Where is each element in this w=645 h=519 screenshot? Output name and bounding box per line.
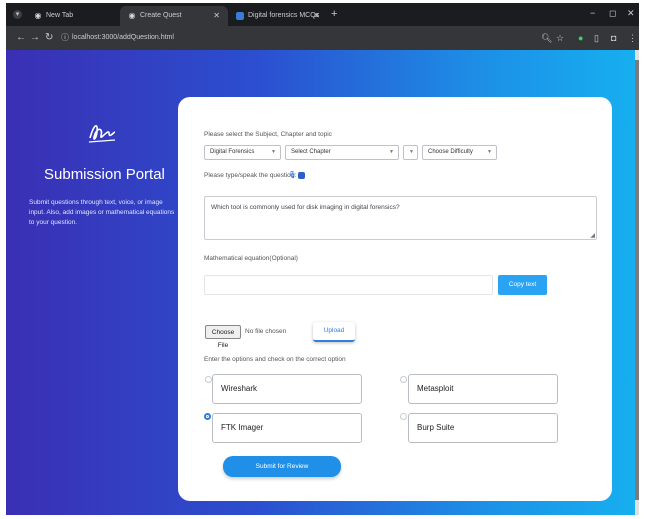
close-tab-icon[interactable]: ✕ <box>313 11 320 20</box>
equation-label: Mathematical equation(Optional) <box>204 255 298 262</box>
extension-icon[interactable]: ● <box>578 32 583 44</box>
menu-icon[interactable]: ⋮ <box>628 32 637 44</box>
select-label: Please select the Subject, Chapter and t… <box>204 131 332 138</box>
option-input-metasploit[interactable]: Metasploit <box>408 374 558 404</box>
image-input-icon[interactable] <box>298 172 305 179</box>
question-label: Please type/speak the question: <box>204 172 297 179</box>
option-radio-ftk-imager[interactable] <box>204 413 211 420</box>
subject-select-value: Digital Forensics <box>210 149 255 155</box>
tab-title: Create Quest <box>140 12 182 19</box>
reload-icon[interactable]: ↻ <box>45 32 53 44</box>
tab-create-quest[interactable]: ◉ Create Quest ✕ <box>120 6 228 26</box>
submit-for-review-button[interactable]: Submit for Review <box>223 456 341 477</box>
difficulty-select-value: Choose Difficulty <box>428 149 473 155</box>
microphone-icon[interactable]: 🎙︎ <box>288 171 297 179</box>
sidepanel-icon[interactable]: ▯ <box>594 32 599 44</box>
back-icon[interactable]: ← <box>16 32 26 44</box>
profile-icon[interactable]: ◘ <box>611 32 616 44</box>
site-info-icon[interactable]: ⓘ <box>61 31 69 45</box>
maximize-icon[interactable]: ◻ <box>609 8 616 19</box>
url-text: localhost:3000/addQuestion.html <box>72 34 174 41</box>
question-textarea[interactable]: Which tool is commonly used for disk ima… <box>204 196 597 240</box>
file-status: No file chosen <box>245 328 287 335</box>
option-input-ftk-imager[interactable]: FTK Imager <box>212 413 362 443</box>
close-window-icon[interactable]: ✕ <box>627 8 635 19</box>
chevron-down-icon: ▼ <box>409 149 414 155</box>
tab-new-tab[interactable]: ◉ New Tab ✕ <box>26 6 134 26</box>
address-toolbar: ← → ↻ ⓘ localhost:3000/addQuestion.html … <box>6 26 639 50</box>
portal-title: Submission Portal <box>44 166 165 183</box>
option-radio-burp-suite[interactable] <box>400 413 407 420</box>
search-icon[interactable]: 🔍︎ <box>541 32 552 44</box>
tab-title: Digital forensics MCQs <box>248 12 320 19</box>
scrollbar-thumb[interactable] <box>635 60 639 500</box>
resize-handle-icon[interactable]: ◢ <box>590 232 595 239</box>
portal-description: Submit questions through text, voice, or… <box>29 199 175 226</box>
chrome-icon: ◉ <box>34 11 42 20</box>
tab-strip: ▾ ◉ New Tab ✕ ◉ Create Quest ✕ Digital f… <box>6 3 639 26</box>
copy-text-button[interactable]: Copy text <box>498 275 547 295</box>
microsoft-icon <box>236 12 244 20</box>
app-icon: ◉ <box>128 11 136 20</box>
question-text: Which tool is commonly used for disk ima… <box>211 204 400 211</box>
minimize-icon[interactable]: − <box>590 8 595 18</box>
upload-button[interactable]: Upload <box>313 322 355 342</box>
chevron-down-icon: ▼ <box>389 149 394 155</box>
option-input-burp-suite[interactable]: Burp Suite <box>408 413 558 443</box>
address-bar[interactable]: ⓘ localhost:3000/addQuestion.html <box>61 31 531 45</box>
chapter-select-value: Select Chapter <box>291 149 331 155</box>
equation-input[interactable] <box>204 275 493 295</box>
subject-select[interactable]: Digital Forensics ▼ <box>204 145 281 160</box>
topic-select[interactable]: ▼ <box>403 145 418 160</box>
bookmark-star-icon[interactable]: ☆ <box>556 32 564 44</box>
close-tab-icon[interactable]: ✕ <box>213 11 220 20</box>
forward-icon[interactable]: → <box>30 32 40 44</box>
chapter-select[interactable]: Select Chapter ▼ <box>285 145 399 160</box>
new-tab-button[interactable]: + <box>331 8 337 20</box>
signature-logo-icon <box>88 125 116 143</box>
tab-digital-forensics[interactable]: Digital forensics MCQs ✕ <box>228 6 328 26</box>
option-radio-wireshark[interactable] <box>205 376 212 383</box>
chevron-down-icon: ▼ <box>487 149 492 155</box>
options-label: Enter the options and check on the corre… <box>204 356 346 363</box>
page-scrollbar[interactable] <box>635 50 639 515</box>
difficulty-select[interactable]: Choose Difficulty ▼ <box>422 145 497 160</box>
option-radio-metasploit[interactable] <box>400 376 407 383</box>
browser-window: ▾ ◉ New Tab ✕ ◉ Create Quest ✕ Digital f… <box>6 3 639 515</box>
chevron-down-icon: ▼ <box>271 149 276 155</box>
question-form-card: Please select the Subject, Chapter and t… <box>178 97 612 501</box>
option-input-wireshark[interactable]: Wireshark <box>212 374 362 404</box>
tab-title: New Tab <box>46 12 74 19</box>
page-viewport: Submission Portal Submit questions throu… <box>6 50 639 515</box>
tab-search-icon[interactable]: ▾ <box>13 10 22 19</box>
choose-file-button[interactable]: Choose File <box>205 325 241 349</box>
